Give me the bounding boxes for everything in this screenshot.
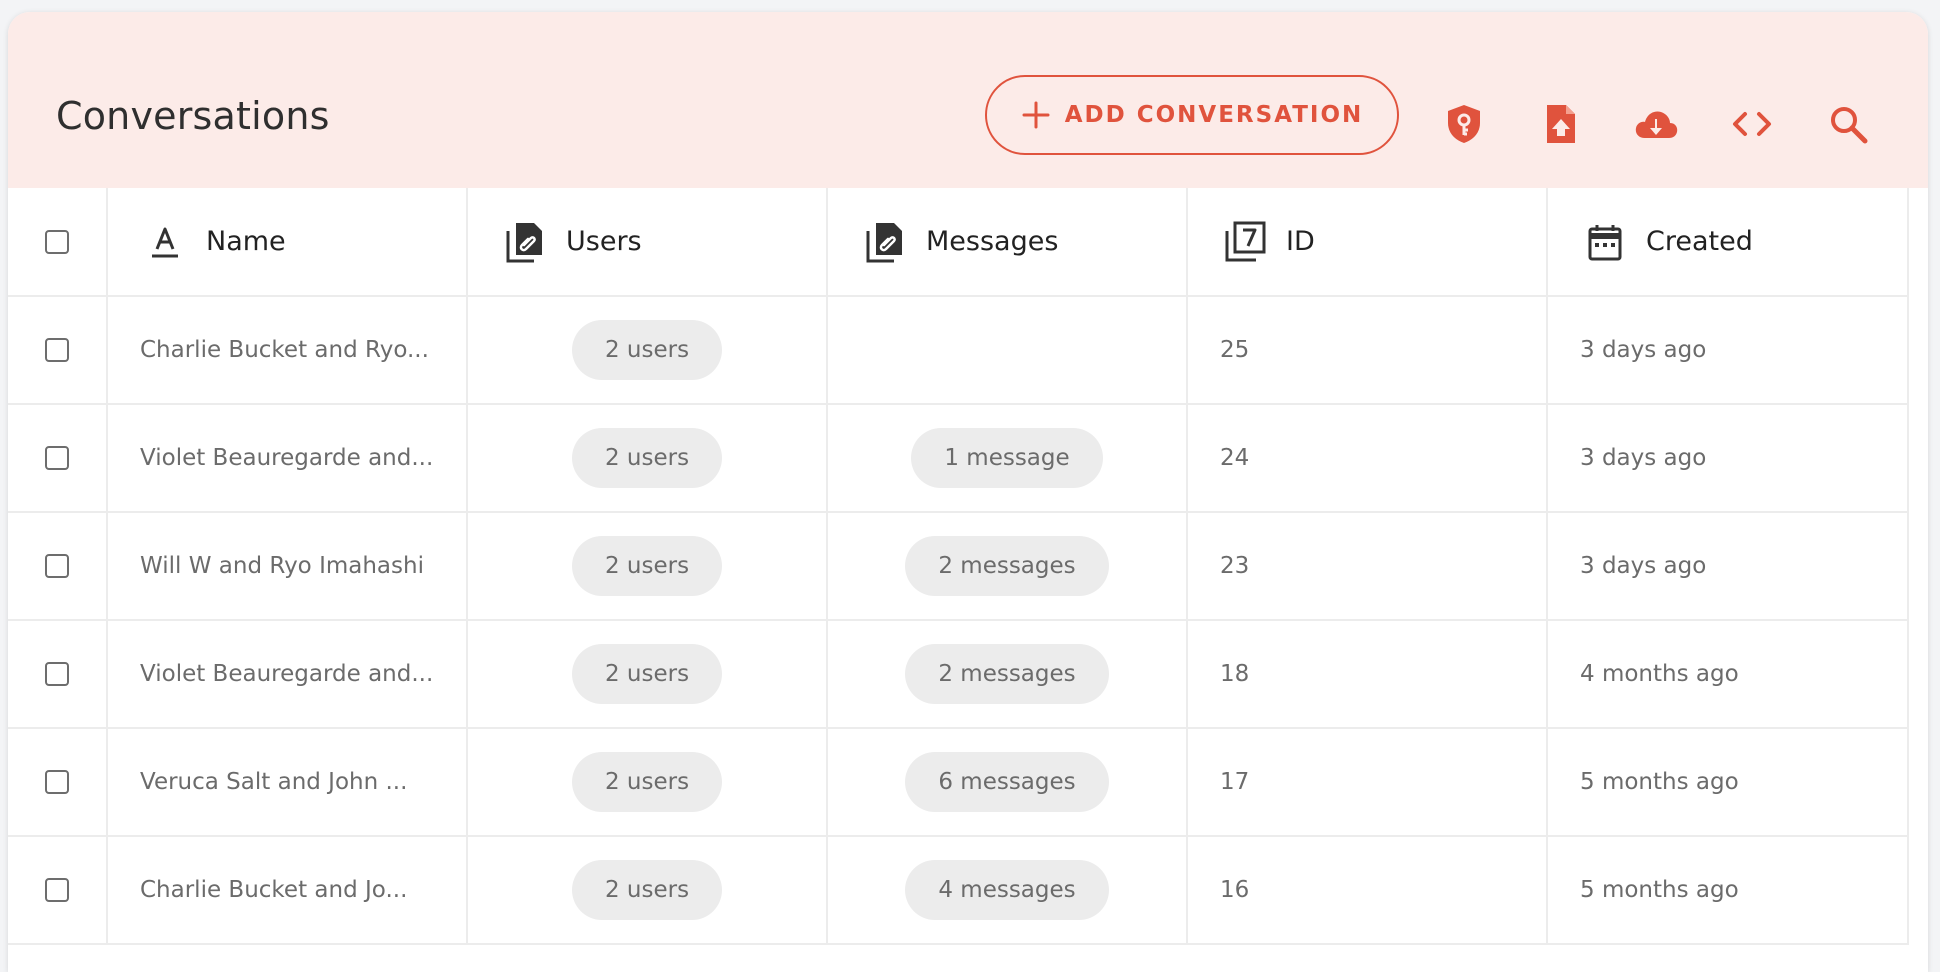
messages-chip[interactable]: 6 messages	[905, 752, 1109, 812]
table-row[interactable]: Violet Beauregarde and... 2 users 2 mess…	[8, 620, 1909, 729]
row-checkbox[interactable]	[45, 338, 69, 362]
users-cell: 2 users	[467, 728, 828, 837]
numbered-stack-icon	[1225, 221, 1266, 261]
row-checkbox[interactable]	[45, 770, 69, 794]
cloud-download-icon[interactable]	[1632, 100, 1680, 148]
select-all-cell	[8, 188, 108, 297]
name-cell: Charlie Bucket and Ryo...	[107, 296, 468, 405]
row-select-cell	[8, 404, 108, 513]
column-header-label: Messages	[926, 226, 1059, 257]
name-cell: Violet Beauregarde and...	[107, 404, 468, 513]
row-checkbox[interactable]	[45, 446, 69, 470]
search-icon[interactable]	[1824, 100, 1872, 148]
row-select-cell	[8, 836, 108, 945]
column-header-label: Users	[566, 226, 642, 257]
id-cell: 18	[1187, 620, 1548, 729]
table-row[interactable]: Charlie Bucket and Ryo... 2 users 25 3 d…	[8, 296, 1909, 405]
select-all-checkbox[interactable]	[45, 229, 69, 254]
messages-cell: 4 messages	[827, 836, 1188, 945]
table-header-row: Name Users Messages ID Created	[8, 188, 1909, 297]
users-cell: 2 users	[467, 512, 828, 621]
column-header-messages[interactable]: Messages	[827, 188, 1188, 297]
created-cell: 4 months ago	[1547, 620, 1909, 729]
page-title: Conversations	[56, 94, 330, 138]
created-cell: 3 days ago	[1547, 296, 1909, 405]
users-cell: 2 users	[467, 404, 828, 513]
users-chip[interactable]: 2 users	[571, 536, 723, 596]
messages-chip[interactable]: 2 messages	[905, 536, 1109, 596]
row-checkbox[interactable]	[45, 554, 69, 578]
name-cell: Charlie Bucket and Jo...	[107, 836, 468, 945]
column-header-label: ID	[1286, 226, 1315, 257]
name-cell: Will W and Ryo Imahashi	[107, 512, 468, 621]
messages-chip[interactable]: 1 message	[911, 428, 1103, 488]
row-checkbox[interactable]	[45, 662, 69, 686]
messages-cell: 2 messages	[827, 512, 1188, 621]
id-cell: 16	[1187, 836, 1548, 945]
panel-header: Conversations ADD CONVERSATION	[8, 12, 1928, 188]
column-header-id[interactable]: ID	[1187, 188, 1548, 297]
text-format-icon	[152, 227, 178, 257]
users-chip[interactable]: 2 users	[571, 320, 723, 380]
messages-cell: 2 messages	[827, 620, 1188, 729]
file-upload-icon[interactable]	[1536, 100, 1584, 148]
row-select-cell	[8, 296, 108, 405]
conversations-panel: Conversations ADD CONVERSATION Name User…	[8, 12, 1928, 972]
table-row[interactable]: Charlie Bucket and Jo... 2 users 4 messa…	[8, 836, 1909, 945]
row-checkbox[interactable]	[45, 878, 69, 902]
created-cell: 5 months ago	[1547, 836, 1909, 945]
shield-key-icon[interactable]	[1440, 100, 1488, 148]
id-cell: 25	[1187, 296, 1548, 405]
calendar-icon	[1588, 224, 1622, 260]
id-cell: 23	[1187, 512, 1548, 621]
add-conversation-label: ADD CONVERSATION	[1064, 102, 1364, 128]
column-header-users[interactable]: Users	[467, 188, 828, 297]
column-header-label: Created	[1646, 226, 1753, 257]
column-header-created[interactable]: Created	[1547, 188, 1909, 297]
users-chip[interactable]: 2 users	[571, 644, 723, 704]
add-conversation-button[interactable]: ADD CONVERSATION	[985, 75, 1399, 155]
users-chip[interactable]: 2 users	[571, 860, 723, 920]
users-chip[interactable]: 2 users	[571, 428, 723, 488]
table-row[interactable]: Will W and Ryo Imahashi 2 users 2 messag…	[8, 512, 1909, 621]
id-cell: 17	[1187, 728, 1548, 837]
users-cell: 2 users	[467, 836, 828, 945]
messages-cell: 1 message	[827, 404, 1188, 513]
created-cell: 3 days ago	[1547, 512, 1909, 621]
table-row[interactable]: Violet Beauregarde and... 2 users 1 mess…	[8, 404, 1909, 513]
users-cell: 2 users	[467, 296, 828, 405]
conversations-table: Name Users Messages ID Created Charlie B…	[8, 188, 1909, 945]
messages-chip[interactable]: 4 messages	[905, 860, 1109, 920]
row-select-cell	[8, 512, 108, 621]
code-icon[interactable]	[1728, 100, 1776, 148]
messages-cell: 6 messages	[827, 728, 1188, 837]
linked-files-icon	[866, 222, 902, 262]
created-cell: 3 days ago	[1547, 404, 1909, 513]
messages-cell	[827, 296, 1188, 405]
users-cell: 2 users	[467, 620, 828, 729]
users-chip[interactable]: 2 users	[571, 752, 723, 812]
linked-files-icon	[506, 222, 542, 262]
messages-chip[interactable]: 2 messages	[905, 644, 1109, 704]
column-header-label: Name	[206, 226, 286, 257]
name-cell: Veruca Salt and John ...	[107, 728, 468, 837]
created-cell: 5 months ago	[1547, 728, 1909, 837]
id-cell: 24	[1187, 404, 1548, 513]
name-cell: Violet Beauregarde and...	[107, 620, 468, 729]
table-row[interactable]: Veruca Salt and John ... 2 users 6 messa…	[8, 728, 1909, 837]
row-select-cell	[8, 728, 108, 837]
column-header-name[interactable]: Name	[107, 188, 468, 297]
plus-icon	[1022, 101, 1050, 129]
row-select-cell	[8, 620, 108, 729]
